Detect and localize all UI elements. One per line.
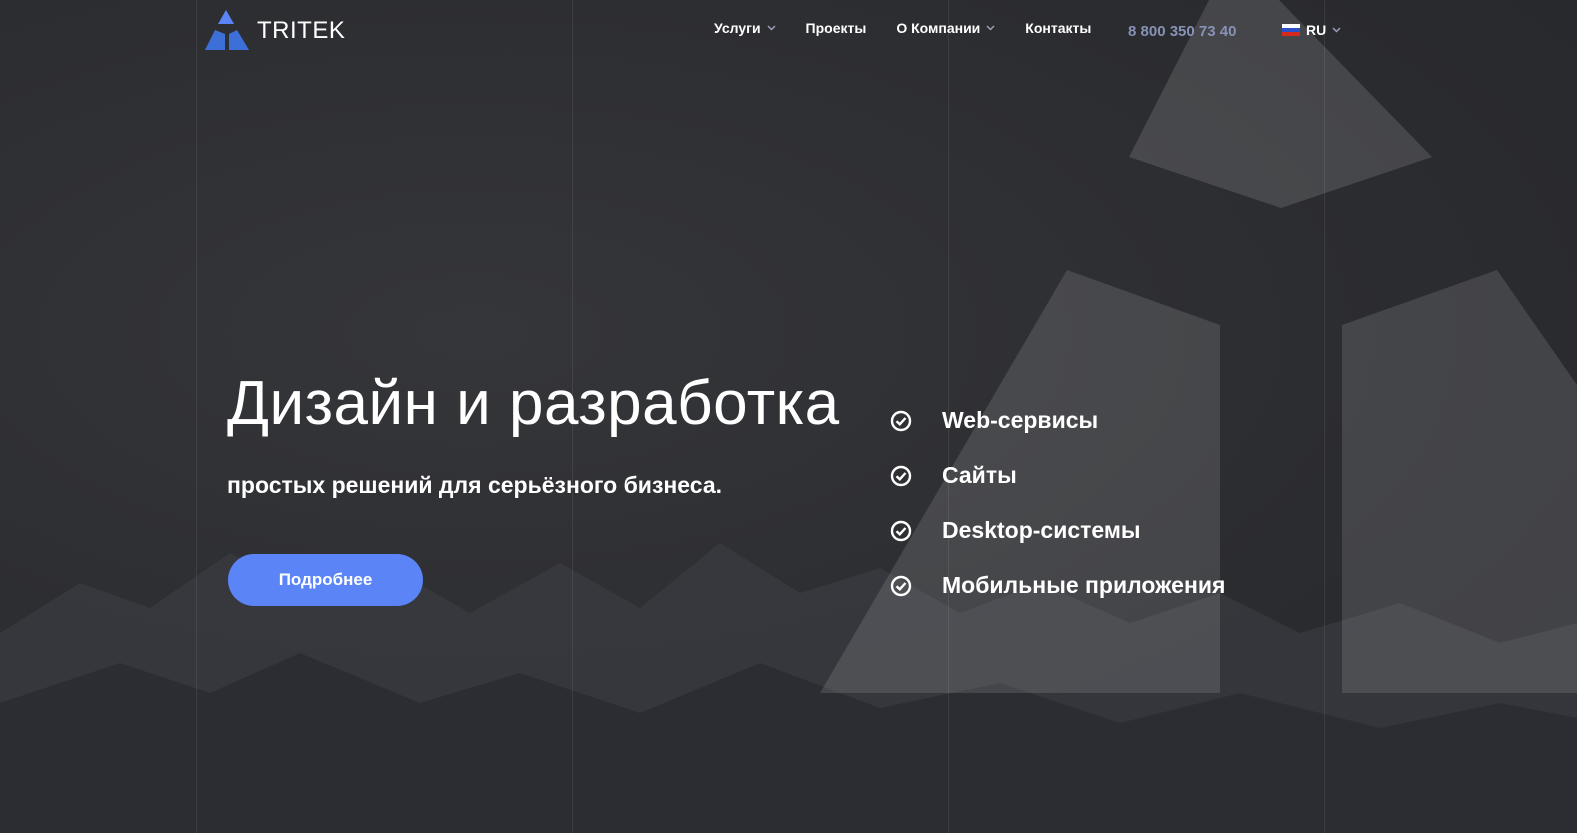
service-label: Desktop-системы: [942, 517, 1141, 543]
nav-item-label: Проекты: [805, 20, 867, 36]
service-label: Мобильные приложения: [942, 572, 1226, 598]
check-circle-icon: [890, 465, 912, 486]
more-info-button[interactable]: Подробнее: [228, 554, 423, 606]
list-item: Сайты: [890, 448, 1225, 503]
service-label: Web-сервисы: [942, 407, 1099, 433]
list-item: Desktop-системы: [890, 503, 1225, 558]
language-switcher[interactable]: RU: [1282, 22, 1341, 38]
hero-title: Дизайн и разработка: [227, 369, 840, 438]
nav-item-label: Контакты: [1025, 20, 1092, 36]
logo-link[interactable]: TRITEK: [203, 10, 345, 52]
tritek-logo-icon: [205, 10, 249, 50]
language-label: RU: [1306, 22, 1327, 38]
site-header: TRITEK Услуги Проекты О Компании Контакт…: [0, 0, 1577, 64]
chevron-down-icon: [767, 25, 776, 31]
nav-item-contacts[interactable]: Контакты: [1025, 20, 1091, 36]
nav-item-label: Услуги: [714, 20, 761, 36]
chevron-down-icon: [1332, 27, 1341, 33]
check-circle-icon: [890, 575, 912, 596]
nav-item-services[interactable]: Услуги: [714, 20, 776, 36]
list-item: Мобильные приложения: [890, 558, 1225, 613]
russia-flag-icon: [1282, 24, 1300, 36]
phone-link[interactable]: 8 800 350 73 40: [1128, 23, 1236, 40]
list-item: Web-сервисы: [890, 393, 1225, 448]
services-list: Web-сервисы Сайты Desktop-системы Мобиль…: [890, 393, 1225, 613]
check-circle-icon: [890, 520, 912, 541]
check-circle-icon: [890, 410, 912, 431]
nav-item-label: О Компании: [896, 20, 981, 36]
nav-item-about[interactable]: О Компании: [896, 20, 995, 36]
service-label: Сайты: [942, 462, 1017, 488]
hero-subtitle: простых решений для серьёзного бизнеса.: [227, 472, 723, 498]
brand-name: TRITEK: [257, 17, 346, 44]
grid-line: [196, 0, 197, 833]
chevron-down-icon: [986, 25, 995, 31]
main-nav: Услуги Проекты О Компании Контакты: [714, 20, 1121, 36]
nav-item-projects[interactable]: Проекты: [806, 20, 867, 36]
